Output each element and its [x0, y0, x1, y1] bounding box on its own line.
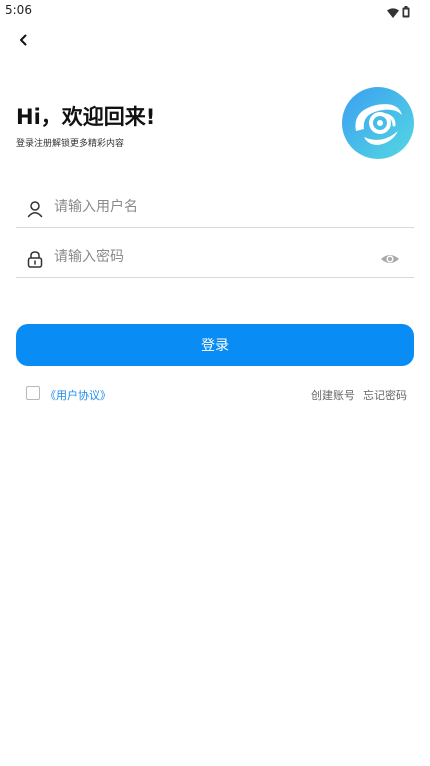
user-icon: [26, 200, 44, 218]
status-time: 5:06: [5, 3, 32, 17]
password-input[interactable]: [54, 243, 374, 271]
password-field: [16, 233, 414, 278]
forgot-password-link[interactable]: 忘记密码: [363, 387, 407, 403]
welcome-subtitle: 登录注册解锁更多精彩内容: [16, 139, 125, 149]
status-bar: 5:06: [0, 0, 430, 22]
status-icons: [387, 3, 410, 22]
agreement-checkbox[interactable]: [26, 386, 40, 400]
eye-icon[interactable]: [380, 250, 400, 268]
wifi-icon: [387, 3, 399, 22]
user-agreement-link[interactable]: 《用户协议》: [45, 387, 111, 403]
battery-icon: [402, 3, 410, 22]
username-field: [16, 183, 414, 228]
chevron-left-icon: [17, 32, 29, 51]
create-account-link[interactable]: 创建账号: [311, 387, 355, 403]
username-input[interactable]: [54, 193, 374, 221]
back-button[interactable]: [12, 30, 34, 52]
login-button[interactable]: 登录: [16, 324, 414, 366]
welcome-title: Hi，欢迎回来!: [16, 105, 156, 129]
app-logo-icon: [342, 87, 414, 159]
lock-icon: [26, 250, 44, 268]
